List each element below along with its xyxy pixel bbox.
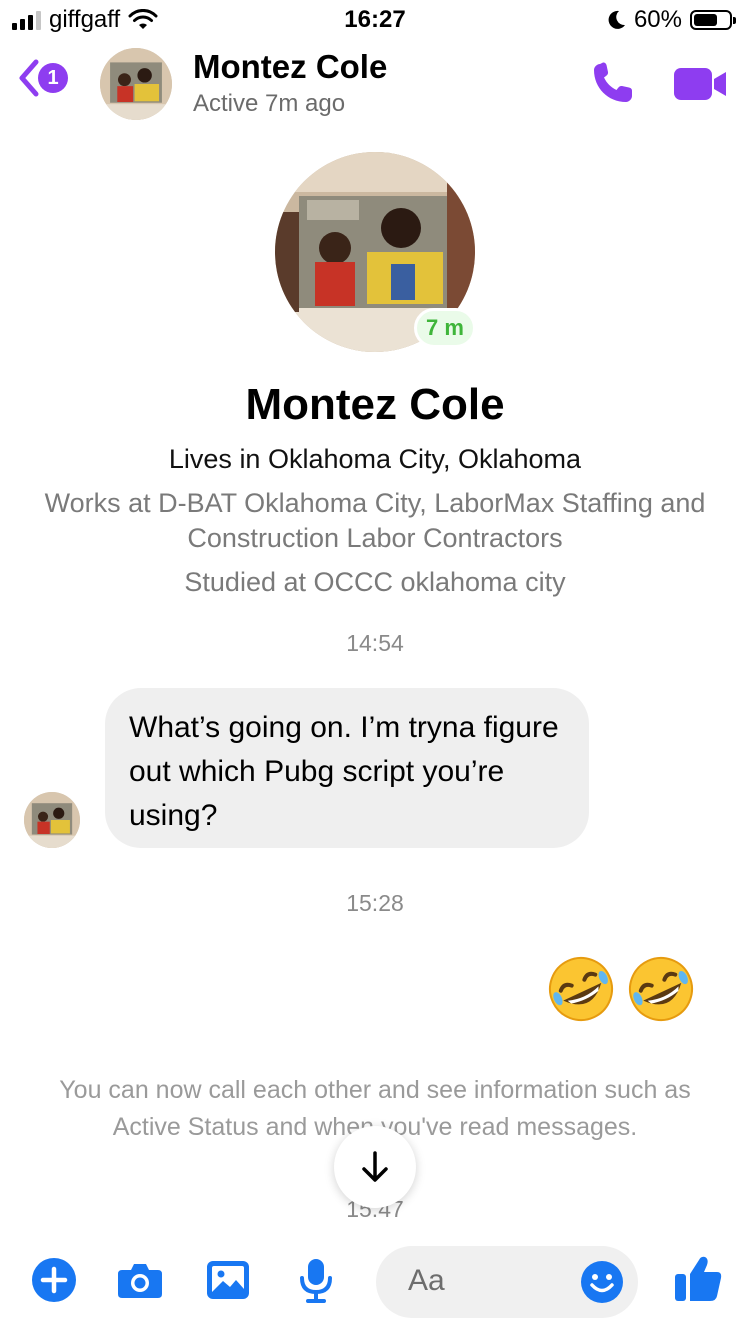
thumbs-up-icon[interactable]: [672, 1252, 724, 1304]
profile-name: Montez Cole: [245, 380, 505, 429]
status-right: 60%: [606, 6, 736, 34]
incoming-message-bubble[interactable]: What’s going on. I’m tryna figure out wh…: [105, 688, 589, 848]
battery-percent: 60%: [633, 6, 682, 33]
back-button[interactable]: 1: [16, 58, 68, 98]
rolling-on-floor-laughing-icon[interactable]: [626, 954, 696, 1024]
message-input-placeholder: Aa: [408, 1264, 445, 1297]
profile-lives: Lives in Oklahoma City, Oklahoma: [168, 444, 582, 474]
contact-name[interactable]: Montez Cole: [193, 48, 387, 86]
arrow-down-icon: [362, 1151, 388, 1182]
rolling-on-floor-laughing-icon[interactable]: [546, 954, 616, 1024]
timestamp: 14:54: [346, 630, 404, 656]
message-input[interactable]: Aa: [376, 1246, 638, 1318]
camera-icon[interactable]: [116, 1256, 164, 1304]
active-time-badge: 7 m: [414, 308, 476, 348]
scroll-to-bottom-button[interactable]: [334, 1126, 416, 1208]
sender-avatar[interactable]: [24, 792, 80, 848]
status-bar: giffgaff 16:27 60%: [0, 0, 750, 40]
profile-studied: Studied at OCCC oklahoma city: [184, 567, 566, 597]
timestamp: 15:28: [346, 890, 404, 916]
gallery-icon[interactable]: [204, 1256, 252, 1304]
active-status: Active 7m ago: [193, 90, 346, 117]
avatar[interactable]: [100, 48, 172, 120]
smiley-icon[interactable]: [580, 1260, 624, 1304]
moon-icon: [608, 10, 625, 29]
profile-works: Works at D-BAT Oklahoma City, LaborMax S…: [44, 488, 706, 553]
video-camera-icon[interactable]: [672, 64, 728, 104]
unread-badge: 1: [38, 63, 68, 93]
battery-icon: [690, 10, 736, 30]
plus-icon[interactable]: [30, 1256, 78, 1304]
microphone-icon[interactable]: [292, 1256, 340, 1304]
phone-icon[interactable]: [590, 60, 636, 106]
